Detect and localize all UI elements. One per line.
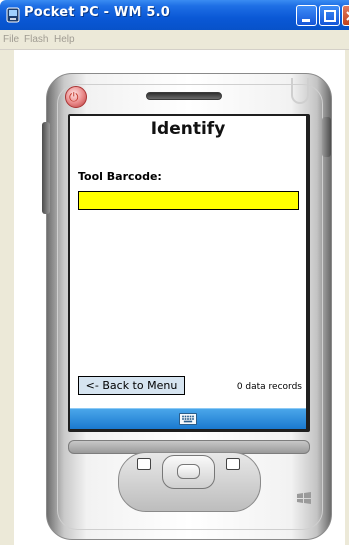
tool-barcode-input[interactable]: [78, 191, 299, 210]
menu-item-file[interactable]: File: [3, 34, 19, 45]
keyboard-icon[interactable]: [179, 413, 197, 425]
window-border-right: [345, 50, 349, 545]
close-button[interactable]: [342, 5, 349, 26]
directional-pad-center[interactable]: [177, 464, 200, 479]
pocket-pc-icon: [6, 7, 20, 23]
device-screen: Identify Tool Barcode: <- Back to Menu 0…: [70, 116, 306, 429]
back-to-menu-button[interactable]: <- Back to Menu: [78, 376, 185, 395]
window-border-left: [0, 50, 14, 545]
menu-item-help[interactable]: Help: [54, 34, 75, 45]
input-panel-bar: [70, 408, 306, 429]
minimize-icon: [302, 19, 310, 22]
window-titlebar[interactable]: Pocket PC - WM 5.0: [0, 0, 349, 30]
menu-item-flash[interactable]: Flash: [24, 34, 48, 45]
speaker-slot: [146, 92, 222, 100]
page-title: Identify: [150, 119, 226, 139]
power-button[interactable]: ⏻: [65, 86, 87, 108]
window-title: Pocket PC - WM 5.0: [24, 5, 170, 20]
power-icon: ⏻: [69, 90, 79, 104]
stylus-notch: [291, 78, 309, 104]
record-count: 0 data records: [236, 382, 302, 392]
windows-logo-icon: [297, 492, 311, 504]
side-button-right[interactable]: [322, 117, 331, 157]
maximize-icon: [324, 10, 336, 22]
maximize-button[interactable]: [319, 5, 340, 26]
tool-barcode-label: Tool Barcode:: [78, 170, 162, 183]
menu-bar: File Flash Help: [0, 30, 349, 50]
close-icon: [346, 11, 349, 21]
side-button-left[interactable]: [42, 122, 50, 214]
right-softkey[interactable]: [226, 458, 240, 470]
left-softkey[interactable]: [137, 458, 151, 470]
minimize-button[interactable]: [296, 5, 317, 26]
